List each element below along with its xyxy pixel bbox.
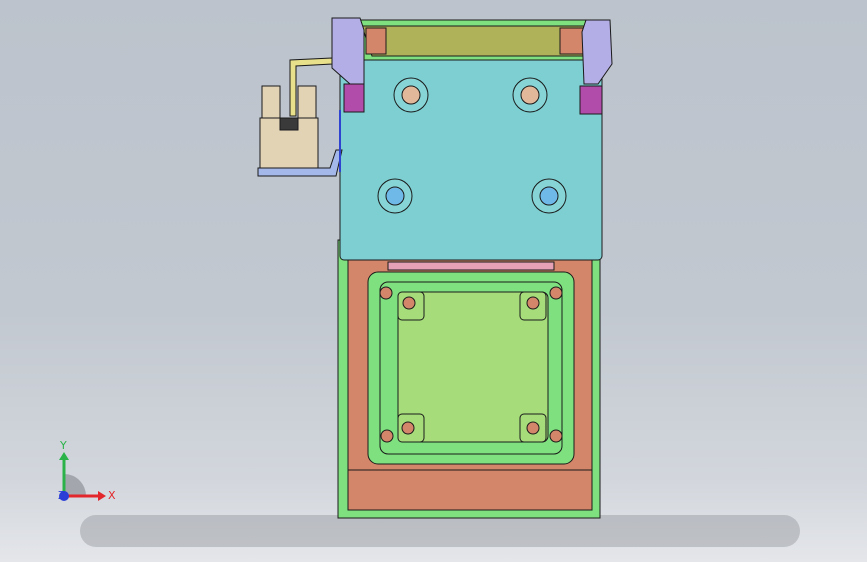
jaw-orange-right (559, 27, 585, 55)
hole-center-tr (526, 296, 540, 310)
plate-hole-br-inner (539, 186, 559, 206)
pad-magenta-left (343, 83, 365, 113)
y-axis-arrow-icon (59, 452, 69, 460)
body-bottom-strip (347, 469, 593, 511)
hole-center-br (526, 421, 540, 435)
cyan-plate (339, 55, 603, 261)
hole-frame-bl (380, 429, 394, 443)
bracket-post-right (297, 85, 317, 121)
clamp-left (331, 17, 365, 85)
axis-triad: X Y Z (58, 439, 116, 502)
y-axis-label: Y (59, 439, 67, 452)
hole-center-bl (401, 421, 415, 435)
plate-hole-tl-inner (401, 85, 421, 105)
cad-viewport[interactable]: X Y Z (0, 0, 867, 562)
z-axis-label: Z (58, 489, 66, 502)
plate-hole-tr-inner (520, 85, 540, 105)
side-bracket[interactable] (257, 57, 343, 177)
x-axis-label: X (108, 489, 116, 502)
hole-frame-tl (379, 286, 393, 300)
ground-shadow (80, 515, 800, 547)
hole-center-tl (402, 296, 416, 310)
x-axis-arrow-icon (98, 491, 106, 501)
jaw-olive (361, 25, 589, 57)
upper-plate[interactable] (339, 55, 603, 261)
bracket-post-left (261, 85, 281, 121)
hole-frame-br (549, 429, 563, 443)
lower-body[interactable] (337, 239, 601, 519)
clamp-right (581, 19, 613, 85)
model-view[interactable] (0, 0, 867, 562)
plate-hole-bl-inner (385, 186, 405, 206)
pink-strip (387, 261, 555, 271)
bracket-notch (279, 117, 299, 131)
jaw-orange-left (365, 27, 387, 55)
pad-magenta-right (579, 85, 603, 115)
hole-frame-tr (549, 286, 563, 300)
